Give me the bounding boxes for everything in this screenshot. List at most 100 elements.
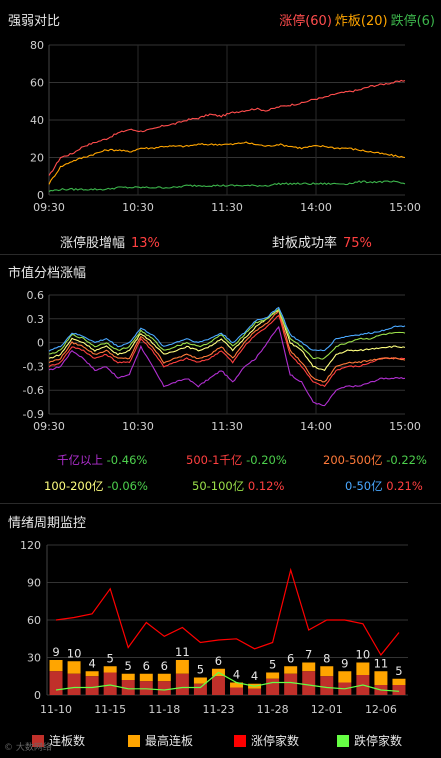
bar-data-label: 8 — [323, 651, 330, 665]
sentiment-legend-item: 涨停家数 — [234, 732, 299, 749]
x-tick-label: 11:30 — [211, 201, 243, 214]
x-tick-label: 15:00 — [389, 201, 421, 214]
divider — [0, 503, 441, 504]
panel-title-sentiment: 情绪周期监控 — [8, 516, 87, 531]
y-tick-label: 20 — [30, 152, 44, 165]
sentiment-chart: 03060901209 104 55 6 611564 45 6 7 8 91011511-10 1… — [20, 539, 408, 716]
y-tick-label: -0.3 — [23, 360, 44, 373]
max-streak-bar — [266, 672, 280, 679]
market-cap-chart: 0.60.30-0.3-0.6-0.909:30 10:30 11:30 14:00 1… — [23, 289, 421, 433]
max-streak-bar — [392, 678, 406, 685]
cap-legend-name: 50-100亿 — [192, 479, 245, 493]
cap-legend-name: 500-1千亿 — [186, 453, 243, 467]
streak-count-bar — [49, 671, 63, 695]
max-streak-bar — [157, 673, 171, 682]
y-tick-label: 0 — [34, 689, 41, 702]
y-tick-label: 0 — [37, 337, 44, 350]
streak-count-bar — [175, 673, 189, 695]
max-streak-bar — [284, 666, 298, 674]
y-tick-label: 60 — [27, 614, 41, 627]
x-tick-label: 11-23 — [202, 703, 234, 716]
watermark: © 大数网络 — [4, 743, 52, 753]
max-streak-bar — [139, 673, 153, 682]
legend-limit-up: 涨停(60) — [279, 14, 332, 29]
panel-title-strength: 强弱对比 — [8, 14, 61, 29]
streak-count-bar — [103, 672, 117, 695]
streak-count-bar — [392, 685, 406, 695]
bar-data-label: 6 — [287, 651, 294, 665]
seal-rate-value: 75% — [343, 236, 372, 251]
max-streak-bar — [103, 666, 117, 673]
max-streak-bar — [374, 671, 388, 685]
bar-data-label: 11 — [175, 645, 190, 659]
cap-legend-value: -0.06% — [103, 479, 148, 493]
legend-label: 跌停家数 — [354, 734, 403, 748]
strength-chart: 02040608009:30 10:30 11:30 14:00 15:00 — [30, 39, 421, 214]
cap-legend-item: 0-50亿 0.21% — [345, 478, 423, 494]
cap-legend-item: 50-100亿 0.12% — [192, 478, 284, 494]
streak-count-bar — [284, 673, 298, 695]
x-tick-label: 12-01 — [311, 703, 343, 716]
cap-legend-item: 千亿以上 -0.46% — [57, 452, 147, 468]
bar-data-label: 4 — [233, 668, 240, 682]
x-tick-label: 15:00 — [389, 420, 421, 433]
y-tick-label: 90 — [27, 577, 41, 590]
x-tick-label: 10:30 — [122, 201, 154, 214]
legend-label: 涨停家数 — [251, 734, 300, 748]
bar-data-label: 7 — [305, 648, 312, 662]
x-tick-label: 09:30 — [33, 420, 65, 433]
y-tick-label: 120 — [20, 539, 41, 552]
x-tick-label: 11-18 — [148, 703, 180, 716]
streak-count-bar — [302, 671, 316, 695]
cap-legend-value: -0.20% — [242, 453, 287, 467]
cap-legend-value: 0.12% — [244, 479, 285, 493]
streak-count-bar — [230, 687, 244, 695]
sentiment-legend-item: 最高连板 — [128, 732, 193, 749]
cap-legend-value: -0.22% — [382, 453, 427, 467]
bar-data-label: 4 — [88, 656, 95, 670]
panel-title-market-cap: 市值分档涨幅 — [8, 266, 87, 281]
legend-swatch — [128, 735, 140, 747]
bar-data-label: 5 — [269, 658, 276, 672]
legend-label: 连板数 — [49, 734, 86, 748]
streak-count-bar — [85, 676, 99, 695]
bar-data-label: 10 — [356, 648, 371, 662]
streak-count-bar — [211, 676, 225, 695]
bar-data-label: 11 — [374, 656, 389, 670]
y-tick-label: 60 — [30, 77, 44, 90]
streak-count-bar — [193, 683, 207, 695]
streak-count-bar — [67, 673, 81, 695]
x-tick-label: 11-28 — [257, 703, 289, 716]
x-tick-label: 14:00 — [300, 201, 332, 214]
bar-data-label: 4 — [251, 669, 258, 683]
sentiment-legend: 连板数 最高连板 涨停家数 跌停家数 — [0, 730, 441, 750]
streak-count-bar — [248, 688, 262, 695]
bar-data-label: 6 — [215, 654, 222, 668]
x-tick-label: 11-15 — [94, 703, 126, 716]
bar-data-label: 5 — [125, 659, 132, 673]
max-streak-bar — [302, 662, 316, 672]
streak-count-bar — [320, 676, 334, 695]
bar-data-label: 9 — [52, 645, 59, 659]
max-streak-bar — [338, 671, 352, 683]
max-streak-bar — [193, 677, 207, 684]
y-tick-label: -0.6 — [23, 384, 44, 397]
bar-data-label: 6 — [161, 659, 168, 673]
limit-up-growth-value: 13% — [131, 236, 160, 251]
seal-rate-stat: 封板成功率 75% — [272, 232, 372, 251]
strength-legend: 涨停(60) 炸板(20) 跌停(6) — [276, 10, 435, 29]
max-streak-bar — [85, 671, 99, 677]
cap-legend-name: 200-500亿 — [323, 453, 383, 467]
x-tick-label: 10:30 — [122, 420, 154, 433]
legend-broken: 炸板(20) — [334, 14, 388, 29]
x-tick-label: 12-06 — [365, 703, 397, 716]
cap-legend-item: 100-200亿 -0.06% — [44, 478, 148, 494]
market-cap-legend: 千亿以上 -0.46% 500-1千亿 -0.20% 200-500亿 -0.22%… — [0, 452, 441, 497]
bar-data-label: 9 — [341, 656, 348, 670]
legend-swatch — [234, 735, 246, 747]
divider — [0, 254, 441, 255]
cap-legend-value: -0.46% — [103, 453, 148, 467]
bar-data-label: 5 — [107, 651, 114, 665]
legend-swatch — [337, 735, 349, 747]
y-tick-label: 80 — [30, 39, 44, 52]
